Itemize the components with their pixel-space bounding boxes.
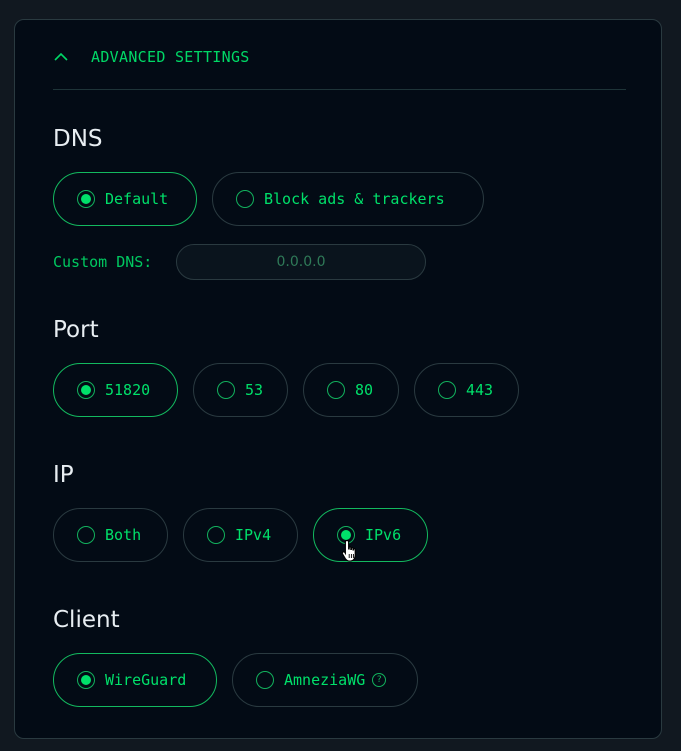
ip-option-ipv4[interactable]: IPv4 — [183, 508, 298, 562]
port-section-title: Port — [53, 317, 99, 343]
radio-icon — [236, 190, 254, 208]
radio-icon — [327, 381, 345, 399]
port-option-label: 80 — [355, 381, 374, 399]
radio-icon — [217, 381, 235, 399]
port-option-80[interactable]: 80 — [303, 363, 399, 417]
dns-section-title: DNS — [53, 126, 103, 152]
radio-icon — [337, 526, 355, 544]
port-option-51820[interactable]: 51820 — [53, 363, 178, 417]
dns-option-label: Default — [105, 190, 169, 208]
ip-option-ipv6[interactable]: IPv6 — [313, 508, 428, 562]
dns-option-default[interactable]: Default — [53, 172, 197, 226]
radio-icon — [256, 671, 274, 689]
custom-dns-label: Custom DNS: — [53, 253, 153, 271]
ip-section-title: IP — [53, 462, 74, 488]
client-option-label: AmneziaWG — [284, 671, 366, 689]
custom-dns-input[interactable] — [176, 244, 426, 280]
dns-option-block-ads[interactable]: Block ads & trackers — [212, 172, 484, 226]
client-section-title: Client — [53, 607, 120, 633]
radio-icon — [207, 526, 225, 544]
radio-icon — [438, 381, 456, 399]
port-option-label: 53 — [245, 381, 264, 399]
ip-option-label: IPv6 — [365, 526, 402, 544]
ip-option-label: Both — [105, 526, 142, 544]
radio-icon — [77, 381, 95, 399]
port-option-53[interactable]: 53 — [193, 363, 288, 417]
client-option-label: WireGuard — [105, 671, 187, 689]
help-icon[interactable]: ? — [372, 673, 387, 687]
client-option-wireguard[interactable]: WireGuard — [53, 653, 217, 707]
port-option-label: 443 — [466, 381, 494, 399]
port-option-label: 51820 — [105, 381, 151, 399]
advanced-settings-title: ADVANCED SETTINGS — [91, 48, 250, 66]
client-option-amneziawg[interactable]: AmneziaWG ? — [232, 653, 418, 707]
header-divider — [53, 89, 626, 90]
port-option-443[interactable]: 443 — [414, 363, 519, 417]
radio-icon — [77, 526, 95, 544]
radio-icon — [77, 671, 95, 689]
ip-option-both[interactable]: Both — [53, 508, 168, 562]
advanced-settings-toggle[interactable]: ADVANCED SETTINGS — [53, 46, 250, 68]
dns-option-label: Block ads & trackers — [264, 190, 445, 208]
ip-option-label: IPv4 — [235, 526, 272, 544]
radio-icon — [77, 190, 95, 208]
chevron-up-icon — [54, 52, 68, 61]
advanced-settings-panel: ADVANCED SETTINGS DNS Default Block ads … — [14, 19, 662, 739]
